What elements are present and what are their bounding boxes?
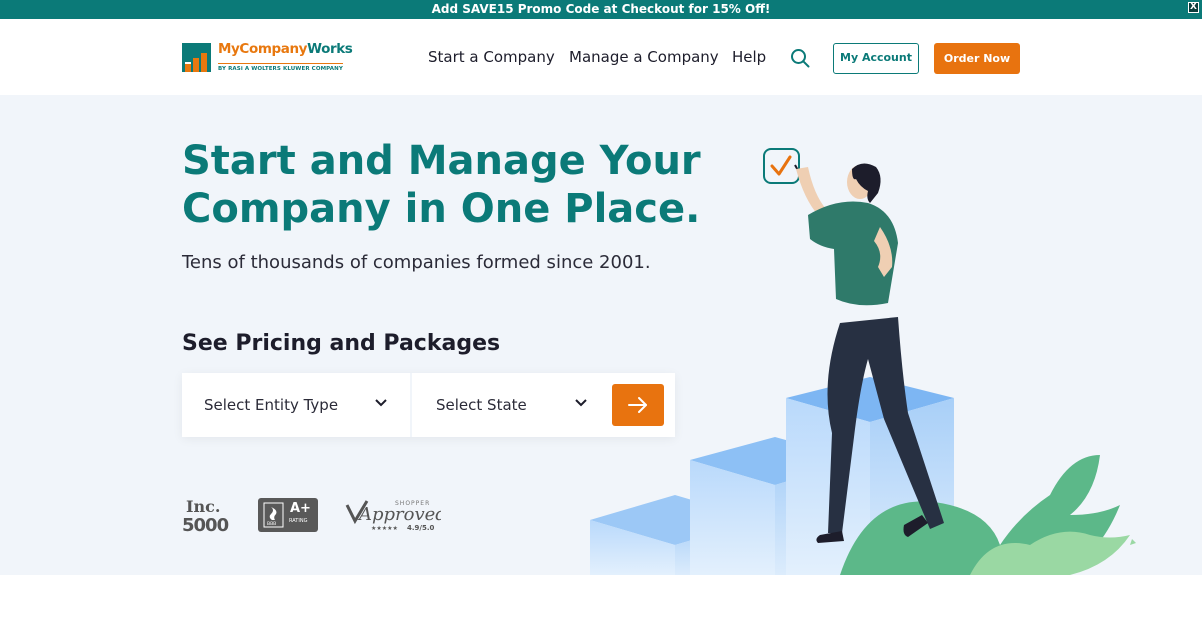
hero-section: Start and Manage Your Company in One Pla… — [0, 95, 1202, 575]
nav-manage-company[interactable]: Manage a Company — [569, 48, 719, 66]
inc-5000-badge: Inc. 5000 — [182, 497, 230, 533]
site-header: MyCompanyWorks BY RASi A WOLTERS KLUWER … — [0, 19, 1202, 95]
promo-close-button[interactable]: X — [1188, 2, 1199, 13]
checkbox-icon — [763, 148, 800, 184]
state-select[interactable]: Select State — [414, 373, 604, 437]
search-icon[interactable] — [790, 48, 810, 68]
logo-wordmark: MyCompanyWorks — [218, 41, 353, 57]
trust-badges: Inc. 5000 BBB A+ RATING SHOPPER Approved… — [182, 495, 452, 535]
logo-name-part1: MyCompany — [218, 41, 308, 57]
pricing-heading: See Pricing and Packages — [182, 331, 501, 356]
bbb-sub-label: RATING — [289, 518, 308, 524]
inc-badge-number: 5000 — [182, 515, 229, 533]
entity-type-value: Select Entity Type — [204, 396, 339, 414]
promo-banner: Add SAVE15 Promo Code at Checkout for 15… — [0, 0, 1202, 19]
bbb-grade: A+ — [290, 501, 311, 516]
logo-mark-icon — [182, 43, 211, 72]
order-now-button[interactable]: Order Now — [934, 43, 1020, 74]
hero-subtitle: Tens of thousands of companies formed si… — [182, 252, 651, 273]
nav-help[interactable]: Help — [732, 48, 766, 66]
logo-tagline: BY RASi A WOLTERS KLUWER COMPANY — [218, 63, 343, 72]
logo-name-part2: Works — [307, 41, 353, 57]
chevron-down-icon — [375, 399, 387, 407]
my-account-button[interactable]: My Account — [833, 43, 919, 74]
shopper-rating: 4.9/5.0 — [407, 524, 434, 532]
state-value: Select State — [436, 396, 527, 414]
hero-illustration — [590, 148, 1136, 575]
shopper-word: Approved — [357, 504, 441, 525]
promo-text: Add SAVE15 Promo Code at Checkout for 15… — [431, 2, 771, 16]
shopper-stars: ★★★★★ — [371, 525, 398, 532]
nav-start-company[interactable]: Start a Company — [428, 48, 555, 66]
bbb-rating-badge: BBB A+ RATING — [258, 498, 318, 532]
chevron-down-icon — [575, 399, 587, 407]
inc-badge-top: Inc. — [186, 497, 220, 516]
bbb-torch-icon: BBB — [263, 502, 284, 528]
shopper-approved-badge: SHOPPER Approved ★★★★★ 4.9/5.0 — [345, 500, 441, 532]
bbb-logo-text: BBB — [267, 521, 276, 527]
entity-type-select[interactable]: Select Entity Type — [182, 373, 412, 437]
company-logo[interactable]: MyCompanyWorks BY RASi A WOLTERS KLUWER … — [182, 41, 353, 75]
